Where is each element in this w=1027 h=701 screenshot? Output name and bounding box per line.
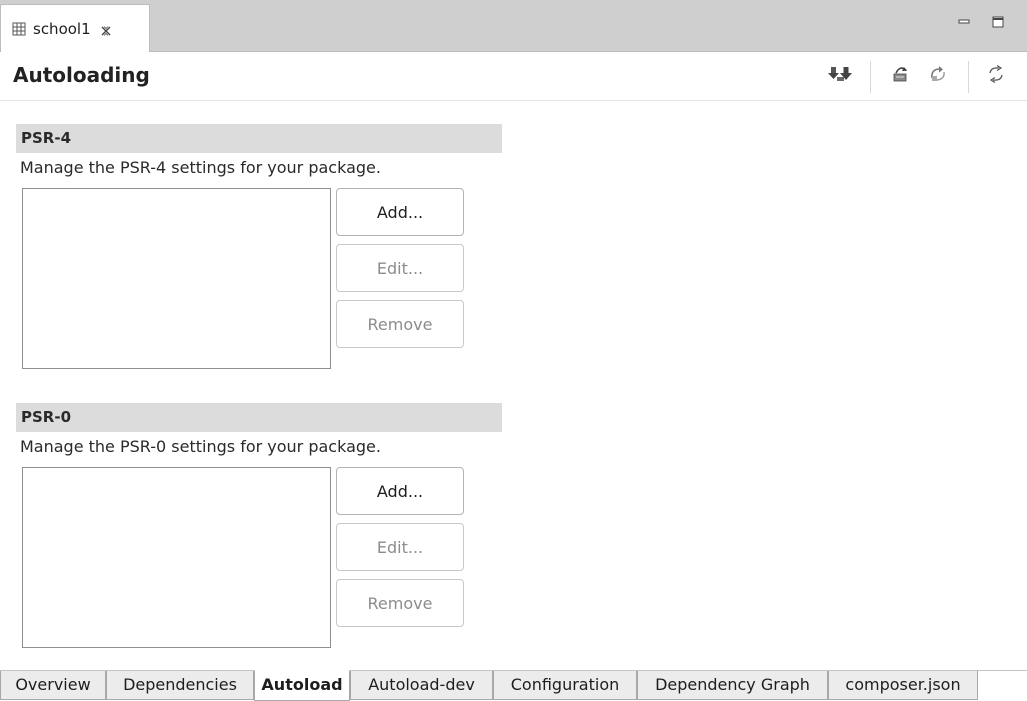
page-tab-overview[interactable]: Overview [0,671,106,700]
psr4-add-button[interactable]: Add... [336,188,464,236]
editor-tab-school1[interactable]: school1 [0,4,150,52]
dump-autoload-icon [891,64,911,88]
minimize-button[interactable] [955,14,973,32]
psr4-section: PSR-4 Manage the PSR-4 settings for your… [16,124,502,374]
maximize-icon [991,14,1005,33]
refresh-button[interactable] [985,64,1007,88]
psr0-section-title: PSR-0 [16,403,502,432]
psr0-section-description: Manage the PSR-0 settings for your packa… [20,437,381,456]
psr4-section-title: PSR-4 [16,124,502,153]
page-title: Autoloading [13,63,150,87]
form-header: Autoloading [0,53,1027,101]
page-tab-configuration[interactable]: Configuration [493,671,637,700]
dump-autoload-button[interactable] [890,65,912,87]
grid-icon [12,22,26,36]
update-icon [837,65,855,87]
maximize-button[interactable] [989,14,1007,32]
page-tab-dependencies[interactable]: Dependencies [106,671,254,700]
psr0-namespace-list[interactable] [22,467,331,648]
update-button-2[interactable] [835,65,857,87]
editor-tab-label: school1 [33,19,91,38]
page-tab-autoload[interactable]: Autoload [254,670,350,701]
psr4-section-description: Manage the PSR-4 settings for your packa… [20,158,381,177]
psr0-section: PSR-0 Manage the PSR-0 settings for your… [16,403,502,653]
page-tab-composer-json[interactable]: composer.json [828,671,978,700]
self-update-icon [928,64,948,88]
self-update-button[interactable] [927,65,949,87]
minimize-icon [957,14,971,33]
psr4-namespace-list[interactable] [22,188,331,369]
psr0-add-button[interactable]: Add... [336,467,464,515]
psr4-edit-button[interactable]: Edit... [336,244,464,292]
toolbar-separator-2 [968,61,969,93]
psr4-remove-button[interactable]: Remove [336,300,464,348]
refresh-icon [986,64,1006,88]
psr0-remove-button[interactable]: Remove [336,579,464,627]
page-tab-autoload-dev[interactable]: Autoload-dev [350,671,493,700]
close-icon[interactable] [100,23,112,36]
editor-page-tabs: Overview Dependencies Autoload Autoload-… [0,670,1027,701]
page-tab-dependency-graph[interactable]: Dependency Graph [637,671,828,700]
toolbar-separator [870,61,871,93]
editor-tab-bar: school1 [0,0,1027,52]
psr0-edit-button[interactable]: Edit... [336,523,464,571]
